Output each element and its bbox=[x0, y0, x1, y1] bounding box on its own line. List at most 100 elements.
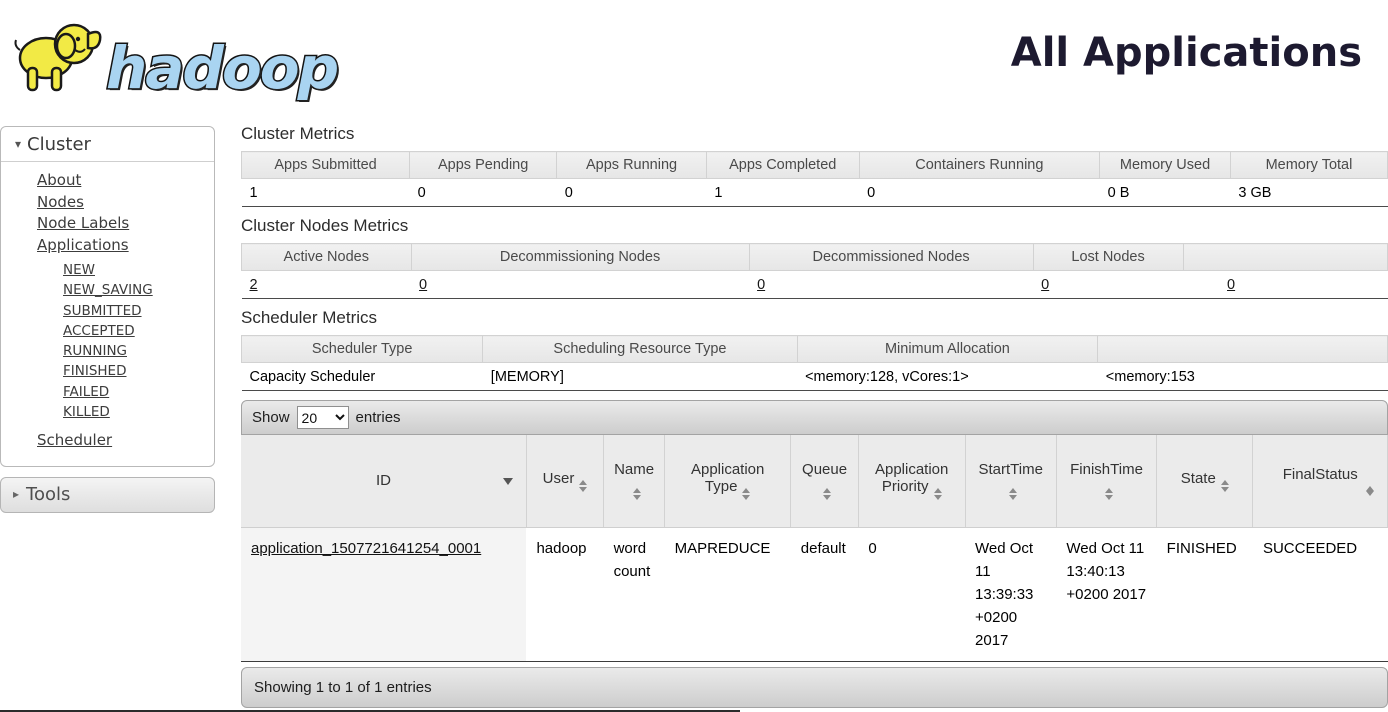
entries-label: entries bbox=[356, 409, 401, 426]
cluster-nodes-metrics-heading: Cluster Nodes Metrics bbox=[241, 216, 1388, 236]
page-header: hadoop All Applications bbox=[0, 0, 1388, 118]
scheduling-resource-type-value: [MEMORY] bbox=[483, 363, 797, 391]
submitted-link[interactable]: SUBMITTED bbox=[63, 303, 142, 319]
hadoop-elephant-icon bbox=[8, 6, 106, 103]
col-nodes-extra bbox=[1183, 244, 1387, 271]
lost-nodes-link[interactable]: 0 bbox=[1041, 277, 1049, 293]
col-user-label: User bbox=[543, 470, 575, 487]
nodes-link[interactable]: Nodes bbox=[37, 193, 84, 211]
col-lost-nodes: Lost Nodes bbox=[1033, 244, 1183, 271]
user-cell: hadoop bbox=[526, 527, 603, 661]
col-name[interactable]: Name bbox=[604, 435, 665, 527]
apps-pending-value: 0 bbox=[410, 179, 557, 207]
col-starttime[interactable]: StartTime bbox=[965, 435, 1056, 527]
cluster-section-label: Cluster bbox=[27, 134, 91, 155]
col-maximum-allocation bbox=[1098, 336, 1388, 363]
containers-running-value: 0 bbox=[859, 179, 1100, 207]
decommissioning-nodes-link[interactable]: 0 bbox=[419, 277, 427, 293]
page-title: All Applications bbox=[1011, 30, 1362, 76]
sort-both-icon bbox=[934, 488, 942, 500]
queue-cell: default bbox=[791, 527, 859, 661]
chevron-down-icon: ▾ bbox=[15, 137, 21, 151]
application-priority-cell: 0 bbox=[858, 527, 965, 661]
cluster-metrics-heading: Cluster Metrics bbox=[241, 124, 1388, 144]
main-content: Cluster Metrics Apps Submitted Apps Pend… bbox=[241, 118, 1388, 708]
active-nodes-link[interactable]: 2 bbox=[250, 277, 258, 293]
sort-both-icon bbox=[1105, 488, 1113, 500]
sidebar-section-tools[interactable]: ▸Tools bbox=[0, 477, 215, 513]
state-cell: FINISHED bbox=[1157, 527, 1253, 661]
page-size-select[interactable]: 20 bbox=[297, 406, 349, 429]
sidebar-item-killed: KILLED bbox=[63, 402, 214, 422]
apps-completed-value: 1 bbox=[706, 179, 859, 207]
col-apps-completed: Apps Completed bbox=[706, 152, 859, 179]
col-apps-running: Apps Running bbox=[557, 152, 707, 179]
sort-both-icon bbox=[633, 488, 641, 500]
scheduler-type-value: Capacity Scheduler bbox=[242, 363, 483, 391]
table-info-bar: Showing 1 to 1 of 1 entries bbox=[241, 667, 1388, 708]
col-application-type[interactable]: Application Type bbox=[665, 435, 791, 527]
applications-link[interactable]: Applications bbox=[37, 236, 129, 254]
sort-both-icon bbox=[742, 488, 750, 500]
col-finalstatus[interactable]: FinalStatus bbox=[1253, 435, 1388, 527]
failed-link[interactable]: FAILED bbox=[63, 384, 109, 400]
col-queue[interactable]: Queue bbox=[791, 435, 859, 527]
sort-both-icon bbox=[1366, 486, 1375, 496]
col-id[interactable]: ID bbox=[241, 435, 526, 527]
sidebar-item-failed: FAILED bbox=[63, 382, 214, 402]
sidebar-item-node-labels: Node Labels bbox=[37, 213, 214, 235]
col-application-type-label: Application Type bbox=[691, 461, 764, 495]
col-application-priority[interactable]: Application Priority bbox=[858, 435, 965, 527]
sidebar-item-about: About bbox=[37, 170, 214, 192]
finished-link[interactable]: FINISHED bbox=[63, 363, 126, 379]
sidebar-cluster-box: ▾ Cluster About Nodes Node Labels Applica… bbox=[0, 126, 215, 467]
sidebar-section-cluster[interactable]: ▾ Cluster bbox=[1, 127, 214, 162]
col-containers-running: Containers Running bbox=[859, 152, 1100, 179]
application-type-cell: MAPREDUCE bbox=[665, 527, 791, 661]
sidebar-item-scheduler: Scheduler bbox=[37, 430, 214, 452]
maximum-allocation-value: <memory:153 bbox=[1098, 363, 1388, 391]
col-name-label: Name bbox=[614, 461, 654, 478]
killed-link[interactable]: KILLED bbox=[63, 404, 110, 420]
col-decommissioning-nodes: Decommissioning Nodes bbox=[411, 244, 749, 271]
col-state[interactable]: State bbox=[1157, 435, 1253, 527]
hadoop-logo: hadoop bbox=[8, 6, 337, 103]
col-apps-pending: Apps Pending bbox=[410, 152, 557, 179]
finalstatus-cell: SUCCEEDED bbox=[1253, 527, 1388, 661]
finishtime-cell: Wed Oct 11 13:40:13 +0200 2017 bbox=[1056, 527, 1156, 661]
decommissioned-nodes-link[interactable]: 0 bbox=[757, 277, 765, 293]
col-minimum-allocation: Minimum Allocation bbox=[797, 336, 1098, 363]
apps-table-header-row: ID User Name Application Type Queue Appl… bbox=[241, 435, 1388, 527]
running-link[interactable]: RUNNING bbox=[63, 343, 127, 359]
sort-both-icon bbox=[823, 488, 831, 500]
cluster-nodes-metrics-table: Active Nodes Decommissioning Nodes Decom… bbox=[241, 243, 1388, 299]
accepted-link[interactable]: ACCEPTED bbox=[63, 323, 135, 339]
sort-desc-icon bbox=[503, 478, 513, 485]
sidebar-item-nodes: Nodes bbox=[37, 192, 214, 214]
sidebar-item-accepted: ACCEPTED bbox=[63, 321, 214, 341]
apps-submitted-value: 1 bbox=[242, 179, 410, 207]
application-id-link[interactable]: application_1507721641254_0001 bbox=[251, 540, 481, 557]
sidebar-item-finished: FINISHED bbox=[63, 361, 214, 381]
col-memory-total: Memory Total bbox=[1230, 152, 1387, 179]
application-row: application_1507721641254_0001 hadoop wo… bbox=[241, 527, 1388, 661]
about-link[interactable]: About bbox=[37, 171, 81, 189]
col-apps-submitted: Apps Submitted bbox=[242, 152, 410, 179]
nodes-extra-link[interactable]: 0 bbox=[1227, 277, 1235, 293]
col-user[interactable]: User bbox=[526, 435, 603, 527]
col-state-label: State bbox=[1181, 470, 1216, 487]
new-saving-link[interactable]: NEW_SAVING bbox=[63, 282, 153, 298]
cluster-metrics-table: Apps Submitted Apps Pending Apps Running… bbox=[241, 151, 1388, 207]
scheduler-metrics-row: Capacity Scheduler [MEMORY] <memory:128,… bbox=[242, 363, 1388, 391]
col-active-nodes: Active Nodes bbox=[242, 244, 412, 271]
scheduler-link[interactable]: Scheduler bbox=[37, 431, 112, 449]
col-finishtime[interactable]: FinishTime bbox=[1056, 435, 1156, 527]
new-link[interactable]: NEW bbox=[63, 262, 95, 278]
col-memory-used: Memory Used bbox=[1100, 152, 1231, 179]
sidebar: ▾ Cluster About Nodes Node Labels Applica… bbox=[0, 118, 215, 513]
col-finishtime-label: FinishTime bbox=[1070, 461, 1143, 478]
chevron-right-icon: ▸ bbox=[13, 487, 19, 501]
minimum-allocation-value: <memory:128, vCores:1> bbox=[797, 363, 1098, 391]
scheduler-metrics-table: Scheduler Type Scheduling Resource Type … bbox=[241, 335, 1388, 391]
node-labels-link[interactable]: Node Labels bbox=[37, 214, 129, 232]
